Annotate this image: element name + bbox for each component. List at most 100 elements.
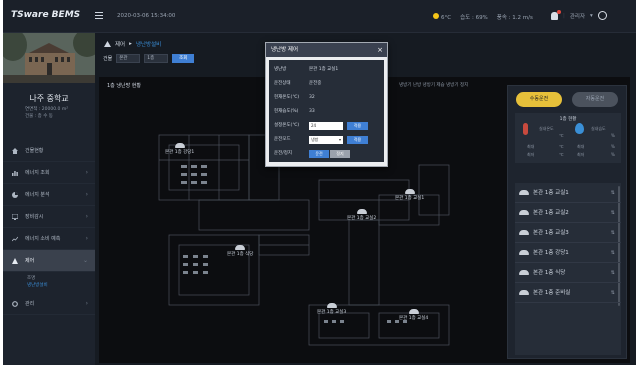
sidebar-item-label: 에너지 분석 — [25, 192, 50, 198]
apply-temp-button[interactable]: 적용 — [347, 122, 368, 130]
ac-marker-cafeteria[interactable]: 본관 1층 식당 — [227, 245, 253, 257]
modal-header: 냉난방 제어 × — [266, 43, 387, 57]
ac-marker-classroom3[interactable]: 본관 1층 교실3 — [317, 303, 346, 315]
filter-bar: 건물 본관 1층 조회 — [103, 54, 195, 63]
air-conditioner-icon — [519, 270, 529, 275]
list-item[interactable]: 본관 1층 강당1 ⇅ — [515, 243, 621, 263]
modal-row-state: 운전상태 운전중 — [269, 78, 384, 90]
set-temp-input[interactable]: 24 — [309, 122, 343, 130]
pie-chart-icon — [12, 192, 18, 198]
chevron-right-icon: › — [85, 300, 88, 307]
floor-select[interactable]: 1층 — [144, 54, 169, 63]
unit-label: 본관 1층 교실2 — [533, 210, 569, 216]
ac-marker-auditorium[interactable]: 본관 1층 강당1 — [165, 143, 194, 155]
humid-max-unit: % — [611, 144, 615, 149]
chevron-down-icon: ⌄ — [82, 257, 88, 264]
ac-marker-classroom2[interactable]: 본관 1층 교실2 — [347, 209, 376, 221]
bar-chart-icon — [12, 171, 18, 176]
breadcrumb-current: 냉난방설비 — [135, 42, 162, 48]
power-icon[interactable] — [597, 11, 607, 20]
sidebar-item-building-status[interactable]: 건물현황 — [3, 140, 95, 162]
humid-unit: % — [611, 133, 615, 138]
unit-label: 본관 1층 식당 — [533, 270, 566, 276]
header-datetime: 2020-03-06 15:34:00 — [117, 13, 176, 19]
search-button[interactable]: 조회 — [172, 54, 195, 63]
breadcrumb-root[interactable]: 제어 — [115, 40, 125, 48]
list-item[interactable]: 본관 1층 준비실 ⇅ — [515, 283, 621, 303]
building-illustration — [3, 33, 95, 83]
mode-select[interactable]: 냉방 ▾ — [309, 136, 343, 144]
air-conditioner-icon — [326, 303, 337, 308]
hvac-control-modal: 냉난방 제어 × 냉난방 본관 1층 교실1 운전상태 운전중 현재온도(℃) … — [265, 42, 388, 167]
air-conditioner-icon — [519, 290, 529, 295]
sidebar-item-label: 제어 — [25, 258, 35, 264]
humid-min-unit: % — [611, 152, 615, 157]
arrows-icon: ⇅ — [610, 270, 615, 276]
sidebar-item-energy-query[interactable]: 에너지 조회 › — [3, 162, 95, 184]
bell-icon[interactable] — [551, 9, 561, 20]
sidebar-item-energy-analysis[interactable]: 에너지 분석 › — [3, 184, 95, 206]
list-item[interactable]: 본관 1층 교실3 ⇅ — [515, 223, 621, 243]
chevron-right-icon: › — [85, 235, 88, 242]
home-icon — [12, 148, 18, 154]
room-label: 본관 1층 교실3 — [317, 310, 347, 315]
list-item[interactable]: 본관 1층 교실1 ⇅ — [515, 183, 621, 203]
manual-mode-button[interactable]: 수동운전 — [516, 92, 562, 107]
sidebar-item-label: 에너지 소비 예측 — [25, 236, 61, 242]
status-legend: 냉방기 난방 냉방기 제습 냉방기 정지 — [399, 83, 469, 88]
sidebar-nav: 건물현황 에너지 조회 › 에너지 분석 › 장비감시 › 에너지 소비 예측 … — [3, 140, 95, 315]
row-label: 운전상태 — [274, 81, 291, 86]
run-button[interactable]: 운전 — [309, 150, 329, 158]
air-conditioner-icon — [174, 143, 185, 148]
indoor-temp-label: 실내온도 — [539, 126, 554, 131]
sidebar-item-equipment-monitor[interactable]: 장비감시 › — [3, 206, 95, 228]
school-area: 연면적 : 20000.0 m² — [25, 107, 69, 112]
row-label: 설정온도(℃) — [274, 123, 300, 128]
line-chart-icon — [12, 236, 18, 242]
floor-status-card: 1층 현황 실내온도 실내습도 ℃ % 최대 ℃ 최대 % 최저 ℃ 최저 % — [515, 113, 621, 163]
auto-mode-button[interactable]: 자동운전 — [572, 92, 618, 107]
stop-button[interactable]: 정지 — [330, 150, 350, 158]
hamburger-menu-icon[interactable] — [95, 12, 103, 20]
chevron-down-icon[interactable]: ▾ — [590, 13, 593, 19]
sidebar-item-label: 에너지 조회 — [25, 170, 50, 176]
humid-max-label: 최대 — [577, 144, 585, 149]
arrows-icon: ⇅ — [610, 210, 615, 216]
weather-wind: 풍속 : 1.2 m/s — [496, 15, 533, 21]
chevron-right-icon: › — [85, 169, 88, 176]
mode-buttons: 수동운전 자동운전 — [516, 92, 618, 107]
row-label: 현재온도(℃) — [274, 95, 300, 100]
subnav-item-lighting[interactable]: 조명 — [27, 275, 95, 282]
air-conditioner-icon — [408, 309, 419, 314]
subnav-item-hvac[interactable]: 냉난방설비 — [27, 282, 95, 289]
air-conditioner-icon — [404, 189, 415, 194]
room-label: 본관 1층 교실2 — [347, 216, 377, 221]
indoor-humid-label: 실내습도 — [591, 126, 606, 131]
temp-unit: ℃ — [559, 133, 564, 138]
unit-label: 본관 1층 준비실 — [533, 290, 571, 296]
modal-row-cur-temp: 현재온도(℃) 32 — [269, 92, 384, 104]
modal-row-cur-humid: 현재습도(%) 33 — [269, 106, 384, 118]
monitor-icon — [12, 214, 18, 220]
apply-mode-button[interactable]: 적용 — [347, 136, 368, 144]
list-item[interactable]: 본관 1층 식당 ⇅ — [515, 263, 621, 283]
sidebar-item-management[interactable]: 관리 › — [3, 293, 95, 315]
ac-marker-classroom4[interactable]: 본관 1층 교실4 — [399, 309, 428, 321]
sidebar-item-energy-forecast[interactable]: 에너지 소비 예측 › — [3, 228, 95, 250]
list-item[interactable]: 본관 1층 교실2 ⇅ — [515, 203, 621, 223]
building-select[interactable]: 본관 — [116, 54, 141, 63]
sidebar-item-control[interactable]: 제어 ⌄ — [3, 250, 95, 272]
user-name[interactable]: 관리자 — [570, 12, 585, 20]
temp-max-label: 최대 — [527, 144, 535, 149]
air-conditioner-icon — [519, 230, 529, 235]
modal-row-name: 냉난방 본관 1층 교실1 — [269, 64, 384, 76]
breadcrumb: 제어 ▸ 냉난방설비 — [104, 40, 161, 48]
row-label: 운전모드 — [274, 137, 291, 142]
sun-icon — [433, 13, 439, 19]
notification-badge — [557, 9, 561, 14]
ac-marker-classroom1[interactable]: 본관 1층 교실1 — [395, 189, 424, 201]
row-label: 운전/정지 — [274, 151, 293, 156]
arrows-icon: ⇅ — [610, 250, 615, 256]
close-icon[interactable]: × — [377, 43, 383, 57]
row-value: 운전중 — [309, 81, 322, 86]
